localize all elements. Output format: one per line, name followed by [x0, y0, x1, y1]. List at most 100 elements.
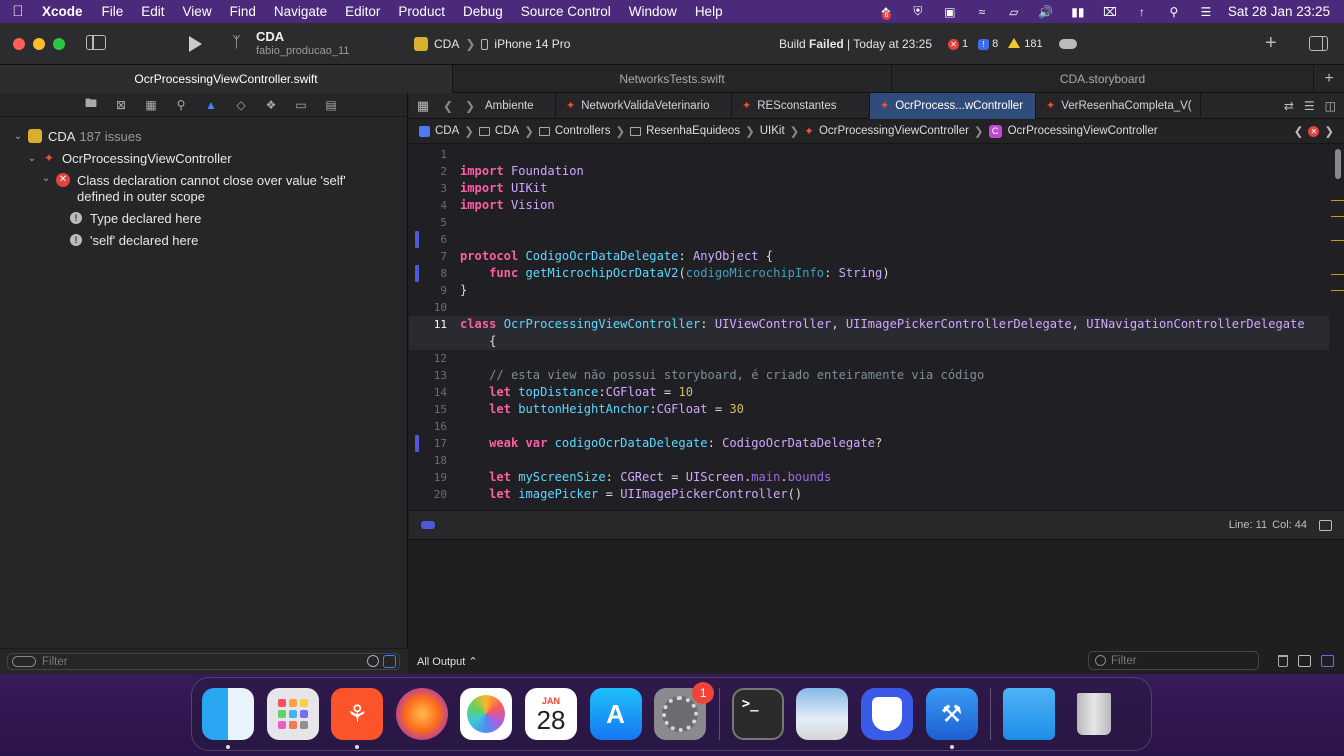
debug-area-toggle[interactable]	[421, 521, 435, 529]
jump-bar-item[interactable]: CDA	[478, 125, 519, 137]
dock-brave[interactable]: ⚘	[331, 688, 384, 749]
add-library-button[interactable]: +	[1265, 32, 1277, 55]
code-line[interactable]: 19 let myScreenSize: CGRect = UIScreen.m…	[409, 469, 1329, 486]
dock-system-settings[interactable]: 1	[654, 682, 715, 740]
issue-note-row[interactable]: ! 'self' declared here	[0, 229, 407, 251]
code-line[interactable]: 8 func getMicrochipOcrDataV2(codigoMicro…	[409, 265, 1329, 282]
cloud-icon[interactable]	[1058, 39, 1077, 49]
code-line[interactable]: 20 let imagePicker = UIImagePickerContro…	[409, 486, 1329, 503]
editor-tab-active[interactable]: ✦ OcrProcess...wController	[870, 92, 1036, 119]
error-count[interactable]: ✕ 1	[948, 38, 968, 50]
code-line[interactable]: 15 let buttonHeightAnchor:CGFloat = 30	[409, 401, 1329, 418]
trash-icon[interactable]	[1278, 655, 1288, 667]
editor-tab[interactable]: ✦ RESconstantes	[732, 92, 870, 119]
report-icon[interactable]: ▤	[316, 98, 346, 112]
menu-navigate[interactable]: Navigate	[265, 4, 336, 19]
test-icon[interactable]: ◇	[226, 98, 256, 112]
back-arrow-icon[interactable]: ❮	[443, 99, 453, 113]
grid-icon[interactable]: ▦	[409, 98, 437, 114]
code-line[interactable]: 4 import Vision	[409, 197, 1329, 214]
battery-icon[interactable]: ▮▮	[1068, 5, 1088, 19]
output-selector[interactable]: All Output ⌃	[417, 655, 478, 668]
monitor-icon[interactable]: ▣	[940, 5, 960, 19]
debug-icon[interactable]: ❖	[256, 98, 286, 112]
code-line[interactable]: 7 protocol CodigoOcrDataDelegate: AnyObje…	[409, 248, 1329, 265]
chevron-down-icon[interactable]: ⌄	[26, 153, 38, 164]
code-line[interactable]: 10	[409, 299, 1329, 316]
dropbox-icon[interactable]: ❖6	[876, 5, 896, 20]
control-center-icon[interactable]: ☰	[1196, 5, 1216, 19]
code-line[interactable]: 6	[409, 231, 1329, 248]
volume-icon[interactable]: 🔊	[1036, 5, 1056, 19]
dock-finder[interactable]	[202, 688, 254, 749]
info-count[interactable]: ! 8	[978, 38, 998, 50]
issue-badges[interactable]: ✕ 1 ! 8 181	[948, 38, 1077, 50]
window-tab-ocrprocessing[interactable]: OcrProcessingViewController.swift	[0, 65, 453, 93]
navigator-filter-field[interactable]: Filter	[7, 653, 400, 670]
search-icon[interactable]: ⚲	[1164, 5, 1184, 19]
dock-terminal[interactable]: >_	[731, 688, 784, 740]
folder-icon[interactable]: 🖿	[76, 94, 106, 115]
issue-error-row[interactable]: ⌄ ✕ Class declaration cannot close over …	[0, 169, 407, 207]
close-window-button[interactable]	[13, 38, 25, 50]
menu-window[interactable]: Window	[620, 4, 686, 19]
chevron-down-icon[interactable]: ⌄	[40, 173, 52, 184]
code-line[interactable]: 12	[409, 350, 1329, 367]
menu-file[interactable]: File	[93, 4, 133, 19]
menu-app-name[interactable]: Xcode	[36, 4, 93, 19]
window-tab-storyboard[interactable]: CDA.storyboard	[892, 65, 1314, 93]
previous-issue-icon[interactable]: ❮	[1294, 124, 1304, 138]
forward-arrow-icon[interactable]: ❯	[465, 99, 475, 113]
menu-edit[interactable]: Edit	[132, 4, 173, 19]
editor-tab[interactable]: Ambiente	[481, 92, 556, 119]
jump-bar-item[interactable]: Controllers	[538, 125, 610, 137]
issue-project-row[interactable]: ⌄ CDA 187 issues	[0, 125, 407, 147]
editor-tab[interactable]: ✦ NetworkValidaVeterinario	[556, 92, 732, 119]
console-view-icon[interactable]	[1321, 655, 1334, 667]
console-filter-field[interactable]: Filter	[1088, 651, 1259, 670]
dock-preview[interactable]	[796, 688, 849, 740]
breakpoint-icon[interactable]: ▭	[286, 98, 316, 112]
device-selector[interactable]: iPhone 14 Pro	[494, 37, 570, 51]
recent-filter-icon[interactable]	[367, 655, 379, 667]
jump-bar-item[interactable]: CDA	[419, 125, 459, 137]
issue-file-row[interactable]: ⌄ ✦ OcrProcessingViewController	[0, 147, 407, 169]
jump-bar-item[interactable]: ✦ OcrProcessingViewController	[804, 124, 969, 138]
activity-icon[interactable]: ▱	[1004, 5, 1024, 19]
symbol-icon[interactable]: ▦	[136, 98, 166, 112]
code-line[interactable]: 9}	[409, 282, 1329, 299]
find-icon[interactable]: ⚲	[166, 98, 196, 112]
code-line[interactable]: 3 import UIKit	[409, 180, 1329, 197]
fullscreen-window-button[interactable]	[53, 38, 65, 50]
minimize-window-button[interactable]	[33, 38, 45, 50]
code-line[interactable]: 13 // esta view não possui storyboard, é…	[409, 367, 1329, 384]
variables-view-icon[interactable]	[1298, 655, 1311, 667]
menu-editor[interactable]: Editor	[336, 4, 389, 19]
issue-warning-icon[interactable]: ▲	[196, 98, 226, 112]
warning-count[interactable]: 181	[1008, 38, 1043, 50]
editor-scrollbar[interactable]	[1335, 149, 1341, 179]
dock-xcode[interactable]: ⚒	[925, 688, 978, 749]
vpn-shield-icon[interactable]: ⛨	[908, 4, 928, 19]
chevron-down-icon[interactable]: ⌄	[12, 131, 24, 142]
split-editor-icon[interactable]: ◫	[1325, 99, 1336, 113]
dock-photos[interactable]	[460, 688, 513, 740]
code-line[interactable]: 14 let topDistance:CGFloat = 10	[409, 384, 1329, 401]
dock-launchpad[interactable]	[266, 688, 319, 740]
menu-view[interactable]: View	[174, 4, 221, 19]
editor-options-icon[interactable]: ☰	[1304, 99, 1315, 113]
input-icon[interactable]: ⌧	[1100, 5, 1120, 19]
menu-find[interactable]: Find	[221, 4, 265, 19]
code-line[interactable]: {	[409, 333, 1329, 350]
apple-menu-icon[interactable]: 	[0, 3, 36, 20]
menu-product[interactable]: Product	[389, 4, 454, 19]
window-tab-networkstests[interactable]: NetworksTests.swift	[453, 65, 892, 93]
code-line[interactable]: 2 import Foundation	[409, 163, 1329, 180]
code-line[interactable]: 17 weak var codigoOcrDataDelegate: Codig…	[409, 435, 1329, 452]
scope-filter-icon[interactable]	[383, 655, 396, 668]
hide-debug-area-icon[interactable]	[1319, 519, 1332, 531]
dock-firefox[interactable]	[395, 688, 448, 740]
dock-trash[interactable]	[1068, 688, 1120, 740]
filter-options-icon[interactable]	[12, 656, 36, 667]
editor-tab[interactable]: ✦ VerResenhaCompleta_V(	[1036, 92, 1201, 119]
